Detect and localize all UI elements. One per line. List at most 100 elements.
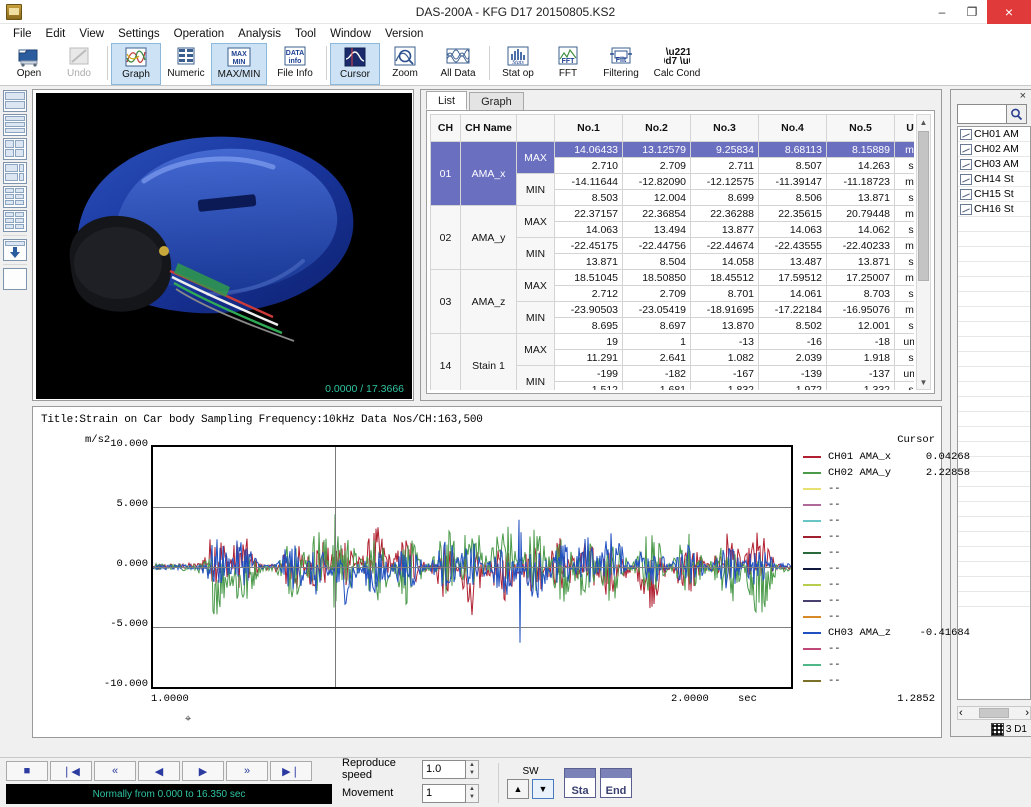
legend-item[interactable]: -- [803,513,978,529]
legend-item[interactable]: -- [803,673,978,689]
legend-item[interactable]: -- [803,481,978,497]
table-grid-wrapper[interactable]: CH CH Name No.1 No.2 No.3 No.4 No.5 Unit… [430,114,914,390]
menu-item-view[interactable]: View [72,27,111,41]
spin-up-icon[interactable]: ▲ [466,761,478,770]
menu-item-tool[interactable]: Tool [288,27,323,41]
fast-forward-button[interactable]: » [226,761,268,781]
table-row[interactable]: 02 AMA_y MAX 22.37157 22.36854 22.36288 22.356… [430,205,914,270]
layout-3rows-icon[interactable] [3,114,27,136]
menu-item-file[interactable]: File [6,27,39,41]
menu-item-analysis[interactable]: Analysis [231,27,288,41]
legend-item[interactable]: -- [803,593,978,609]
layout-window-icon[interactable] [3,268,27,290]
table-row[interactable]: 03 AMA_z MAX 18.51045 18.50850 18.45512 17.595… [430,269,914,334]
minimize-button[interactable]: – [927,0,957,24]
magnifier-icon[interactable] [1007,104,1027,124]
close-icon[interactable]: × [1020,90,1026,102]
layout-main-side-icon[interactable] [3,162,27,184]
cursor-handle-icon[interactable]: ⌖ [185,713,191,726]
stop-button[interactable]: ■ [6,761,48,781]
toolbar-graph-button[interactable]: Graph [111,43,161,85]
layout-export-icon[interactable] [3,239,27,261]
plot-area[interactable] [151,445,793,689]
legend-item[interactable]: -- [803,657,978,673]
table-tab-body: CH CH Name No.1 No.2 No.3 No.4 No.5 Unit… [426,110,935,394]
menu-item-operation[interactable]: Operation [167,27,232,41]
reproduce-speed-input[interactable]: 1.0 [422,759,466,779]
cell-value: -16.95076 [826,301,895,318]
toolbar-filtering-button[interactable]: Filt Filtering [593,43,649,85]
toolbar-alldata-button[interactable]: All Data [430,43,486,85]
set-start-button[interactable]: Sta [564,767,596,798]
legend-item[interactable]: CH01 AMA_x 0.04268 [803,449,978,465]
channel-list-item[interactable]: CH14 St [958,172,1030,187]
table-vertical-scrollbar[interactable]: ▲ ▼ [916,114,931,390]
play-reverse-button[interactable]: ◀ [138,761,180,781]
table-row[interactable]: 01 AMA_x MAX 14.06433 13.12579 9.25834 8.68113… [430,141,914,206]
toolbar-open-button[interactable]: Open [4,43,54,85]
graph-icon [123,45,149,69]
maximize-button[interactable]: ❐ [957,0,987,24]
sw-up-button[interactable]: ▲ [507,779,529,799]
channel-horizontal-scrollbar[interactable]: ‹ › [957,706,1031,720]
cursor-line[interactable] [335,447,336,687]
legend-item[interactable]: -- [803,609,978,625]
forward-end-button[interactable]: ▶❘ [270,761,312,781]
channel-list-item[interactable]: CH16 St [958,202,1030,217]
sw-down-button[interactable]: ▼ [532,779,554,799]
legend-item[interactable]: -- [803,641,978,657]
close-button[interactable]: × [987,0,1031,24]
channel-list-item[interactable]: CH02 AM [958,142,1030,157]
tab-graph[interactable]: Graph [469,92,524,110]
tab-list[interactable]: List [426,91,468,110]
toolbar-maxmin-button[interactable]: MAX MIN MAX/MIN [211,43,267,85]
layout-2x2-icon[interactable] [3,138,27,160]
rewind-start-button[interactable]: ❘◀ [50,761,92,781]
play-button[interactable]: ▶ [182,761,224,781]
toolbar-fft-button[interactable]: FFT FFT [543,43,593,85]
search-input[interactable] [957,104,1007,124]
menu-item-settings[interactable]: Settings [111,27,167,41]
spin-down-icon[interactable]: ▼ [466,769,478,778]
toolbar-cursor-button[interactable]: Cursor [330,43,380,85]
movement-input[interactable]: 1 [422,783,466,803]
spin-up-icon-2[interactable]: ▲ [466,785,478,794]
movement-stepper[interactable]: ▲ ▼ [466,783,479,803]
layout-3x2-icon[interactable] [3,210,27,232]
video-panel[interactable]: 0.0000 / 17.3666 [32,89,414,401]
channel-list-item[interactable]: CH15 St [958,187,1030,202]
legend-item[interactable]: -- [803,561,978,577]
table-row[interactable]: 14Stain 1MAX191-13-16-18um/m [430,333,914,390]
channel-list-item[interactable]: CH01 AM [958,127,1030,142]
set-end-button[interactable]: End [600,767,632,798]
legend-item[interactable]: -- [803,545,978,561]
channel-list-empty-row [958,322,1030,337]
menu-item-edit[interactable]: Edit [39,27,73,41]
channel-list-item[interactable]: CH03 AM [958,157,1030,172]
calc-cond-icon: + \u2212 \u00d7 \u00f7 [664,44,690,68]
toolbar-zoom-button[interactable]: Zoom [380,43,430,85]
layout-2x3-icon[interactable] [3,186,27,208]
legend-item[interactable]: CH02 AMA_y 2.22858 [803,465,978,481]
toolbar-fileinfo-button[interactable]: DATA info File Info [267,43,323,85]
fast-rewind-button[interactable]: « [94,761,136,781]
menu-item-window[interactable]: Window [323,27,378,41]
scroll-up-button[interactable]: ▲ [917,115,930,129]
toolbar-calccond-button[interactable]: + \u2212 \u00d7 \u00f7 Calc Cond [649,43,705,85]
scroll-down-button[interactable]: ▼ [917,375,930,389]
toolbar-undo-button[interactable]: Undo [54,43,104,85]
menu-item-version[interactable]: Version [378,27,430,41]
hscroll-thumb[interactable] [979,708,1009,718]
layout-1x2-icon[interactable] [3,90,27,112]
hscroll-left-button[interactable]: ‹ [959,707,963,719]
legend-item[interactable]: -- [803,529,978,545]
spin-down-icon-2[interactable]: ▼ [466,793,478,802]
legend-item[interactable]: -- [803,497,978,513]
reproduce-speed-stepper[interactable]: ▲ ▼ [466,759,479,779]
scroll-thumb[interactable] [918,131,929,281]
hscroll-right-button[interactable]: › [1025,707,1029,719]
toolbar-statop-button[interactable]: Stats Stat op [493,43,543,85]
legend-item[interactable]: -- [803,577,978,593]
toolbar-numeric-button[interactable]: Numeric [161,43,211,85]
legend-item[interactable]: CH03 AMA_z -0.41684 [803,625,978,641]
